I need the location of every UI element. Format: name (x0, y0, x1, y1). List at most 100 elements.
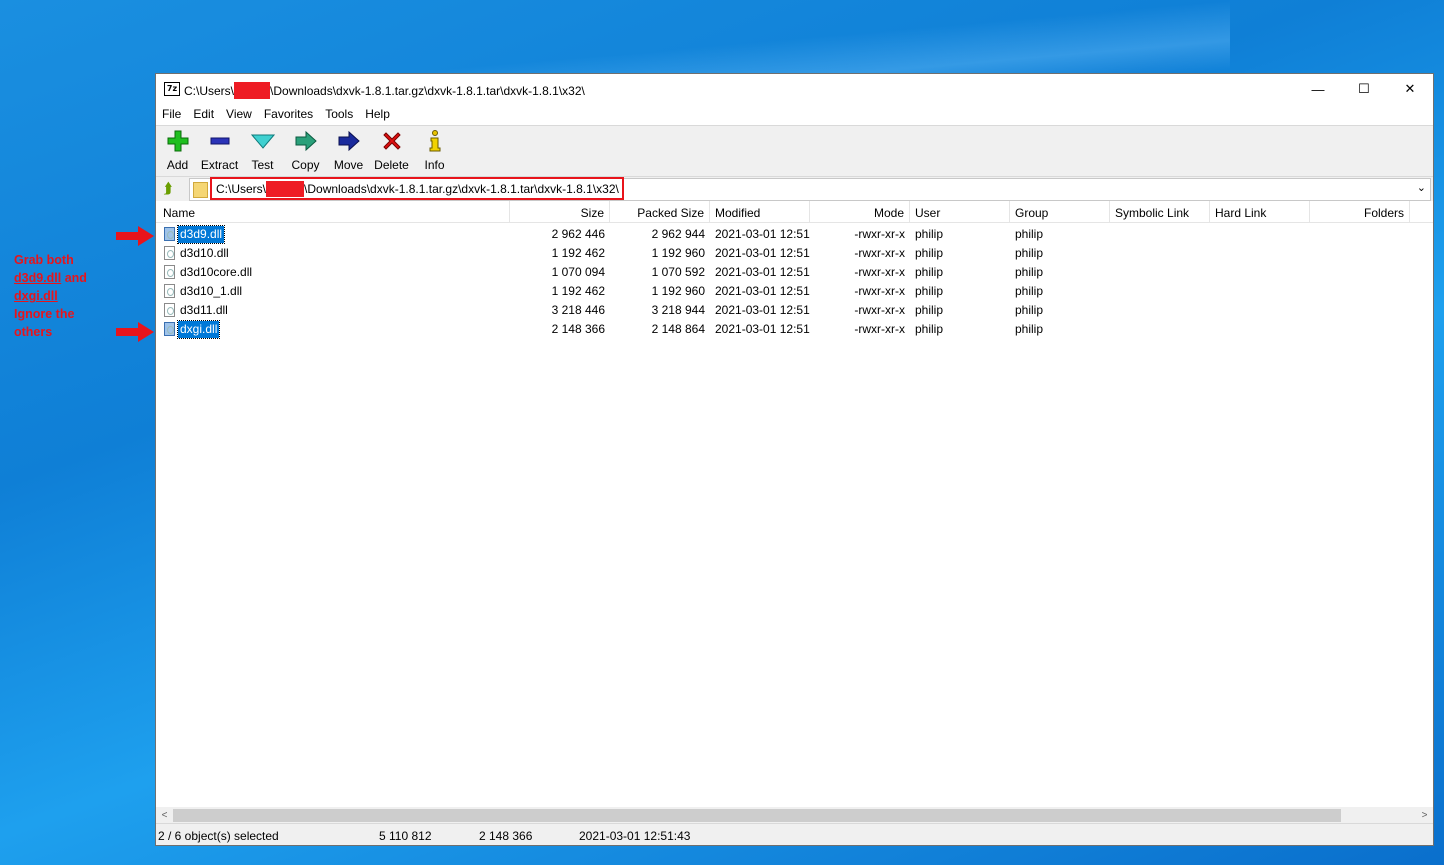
cell-packed: 2 962 944 (651, 227, 705, 241)
dll-file-icon (164, 227, 175, 241)
cell-mode: -rwxr-xr-x (854, 227, 905, 241)
menu-edit[interactable]: Edit (187, 104, 220, 121)
cell-user: philip (915, 246, 944, 260)
toolbar: Add Extract Test Copy Move Delete Info (156, 125, 1433, 177)
cell-modified: 2021-03-01 12:51 (715, 303, 810, 317)
cell-mode: -rwxr-xr-x (854, 322, 905, 336)
minimize-button[interactable]: — (1295, 74, 1341, 104)
status-bar: 2 / 6 object(s) selected 5 110 812 2 148… (156, 823, 1433, 845)
column-header-mode[interactable]: Mode (810, 201, 910, 222)
cell-mode: -rwxr-xr-x (854, 284, 905, 298)
move-label: Move (333, 158, 364, 172)
delete-x-icon (370, 129, 413, 153)
dll-file-icon (164, 284, 175, 298)
cell-size: 1 192 462 (551, 284, 605, 298)
menu-favorites[interactable]: Favorites (258, 104, 319, 121)
dll-file-icon (164, 246, 175, 260)
info-label: Info (424, 158, 445, 172)
column-header-modified[interactable]: Modified (710, 201, 810, 222)
cell-size: 3 218 446 (551, 303, 605, 317)
move-button[interactable]: Move (327, 129, 370, 172)
column-header-user[interactable]: User (910, 201, 1010, 222)
cell-user: philip (915, 227, 944, 241)
redacted-username (234, 82, 271, 99)
annotation-note: Grab both d3d9.dll and dxgi.dll Ignore t… (14, 251, 87, 341)
column-header-symbolic-link[interactable]: Symbolic Link (1110, 201, 1210, 222)
add-button[interactable]: Add (156, 129, 199, 172)
red-arrow-icon (116, 226, 154, 246)
highlighted-path-box: C:\Users\ \Downloads\dxvk-1.8.1.tar.gz\dx… (210, 177, 624, 200)
status-modified: 2021-03-01 12:51:43 (579, 829, 691, 843)
dll-file-icon (164, 265, 175, 279)
column-header-name[interactable]: Name (156, 201, 510, 222)
menu-file[interactable]: File (156, 104, 187, 121)
cell-modified: 2021-03-01 12:51 (715, 284, 810, 298)
folder-icon (193, 182, 208, 198)
file-name[interactable]: d3d11.dll (178, 302, 230, 319)
address-field[interactable]: C:\Users\ \Downloads\dxvk-1.8.1.tar.gz\dx… (189, 177, 1431, 201)
annotation-file-dxgi: dxgi.dll (14, 289, 58, 303)
address-bar: ⮭ C:\Users\ \Downloads\dxvk-1.8.1.tar.gz\… (156, 176, 1433, 201)
column-header-folders[interactable]: Folders (1310, 201, 1410, 222)
file-name[interactable]: d3d10core.dll (178, 264, 254, 281)
annotation-line: dxgi.dll (14, 287, 87, 305)
test-button[interactable]: Test (241, 129, 284, 172)
maximize-button[interactable]: ☐ (1341, 74, 1387, 104)
title-path-start: C:\Users\ (184, 84, 235, 98)
cell-group: philip (1015, 227, 1044, 241)
column-header-group[interactable]: Group (1010, 201, 1110, 222)
extract-button[interactable]: Extract (198, 129, 241, 172)
address-path-start: C:\Users\ (216, 182, 267, 196)
menu-bar: File Edit View Favorites Tools Help (156, 104, 1433, 125)
file-name[interactable]: d3d9.dll (176, 225, 226, 244)
red-arrow-icon (116, 322, 154, 342)
file-name[interactable]: d3d10.dll (178, 245, 231, 262)
scroll-left-icon[interactable]: < (156, 808, 173, 823)
status-selected-size: 2 148 366 (479, 829, 533, 843)
cell-size: 2 962 446 (551, 227, 605, 241)
chevron-down-icon[interactable]: ⌄ (1417, 181, 1426, 194)
copy-arrow-icon (284, 129, 327, 153)
cell-mode: -rwxr-xr-x (854, 265, 905, 279)
up-folder-icon[interactable]: ⮭ (159, 180, 177, 198)
file-name[interactable]: d3d10_1.dll (178, 283, 244, 300)
window-title: C:\Users\ \Downloads\dxvk-1.8.1.tar.gz\dx… (184, 82, 585, 99)
cell-size: 2 148 366 (551, 322, 605, 336)
table-row[interactable]: d3d11.dll 3 218 446 3 218 944 2021-03-01 12… (156, 301, 1433, 320)
status-total-size: 5 110 812 (379, 829, 432, 843)
menu-view[interactable]: View (220, 104, 258, 121)
cell-packed: 2 148 864 (651, 322, 705, 336)
close-button[interactable]: ✕ (1387, 74, 1433, 104)
cell-size: 1 192 462 (551, 246, 605, 260)
scrollbar-thumb[interactable] (173, 809, 1341, 822)
table-row[interactable]: d3d9.dll 2 962 446 2 962 944 2021-03-01 12:… (156, 225, 1433, 244)
title-bar[interactable]: 7z C:\Users\ \Downloads\dxvk-1.8.1.tar.gz… (156, 74, 1433, 104)
copy-label: Copy (291, 158, 320, 172)
dll-file-icon (164, 303, 175, 317)
annotation-line: Ignore the (14, 307, 75, 321)
cell-group: philip (1015, 322, 1044, 336)
column-header-size[interactable]: Size (510, 201, 610, 222)
table-row[interactable]: d3d10.dll 1 192 462 1 192 960 2021-03-01 12… (156, 244, 1433, 263)
column-header-hard-link[interactable]: Hard Link (1210, 201, 1310, 222)
delete-button[interactable]: Delete (370, 129, 413, 172)
info-button[interactable]: Info (413, 129, 456, 172)
archive-window: 7z C:\Users\ \Downloads\dxvk-1.8.1.tar.gz… (155, 73, 1434, 846)
cell-packed: 1 192 960 (651, 284, 705, 298)
checkmark-icon (241, 129, 284, 153)
table-row[interactable]: d3d10core.dll 1 070 094 1 070 592 2021-03-0… (156, 263, 1433, 282)
menu-tools[interactable]: Tools (319, 104, 359, 121)
cell-group: philip (1015, 284, 1044, 298)
horizontal-scrollbar[interactable]: < > (156, 807, 1433, 824)
cell-modified: 2021-03-01 12:51 (715, 246, 810, 260)
copy-button[interactable]: Copy (284, 129, 327, 172)
column-header-packed-size[interactable]: Packed Size (610, 201, 710, 222)
scroll-right-icon[interactable]: > (1416, 808, 1433, 823)
redacted-username (266, 181, 305, 197)
menu-help[interactable]: Help (359, 104, 396, 121)
table-row[interactable]: dxgi.dll 2 148 366 2 148 864 2021-03-01 12:… (156, 320, 1433, 339)
file-name[interactable]: dxgi.dll (176, 320, 221, 339)
title-path-end: \Downloads\dxvk-1.8.1.tar.gz\dxvk-1.8.1.… (270, 84, 585, 98)
table-row[interactable]: d3d10_1.dll 1 192 462 1 192 960 2021-03-01 … (156, 282, 1433, 301)
annotation-line: others (14, 325, 53, 339)
